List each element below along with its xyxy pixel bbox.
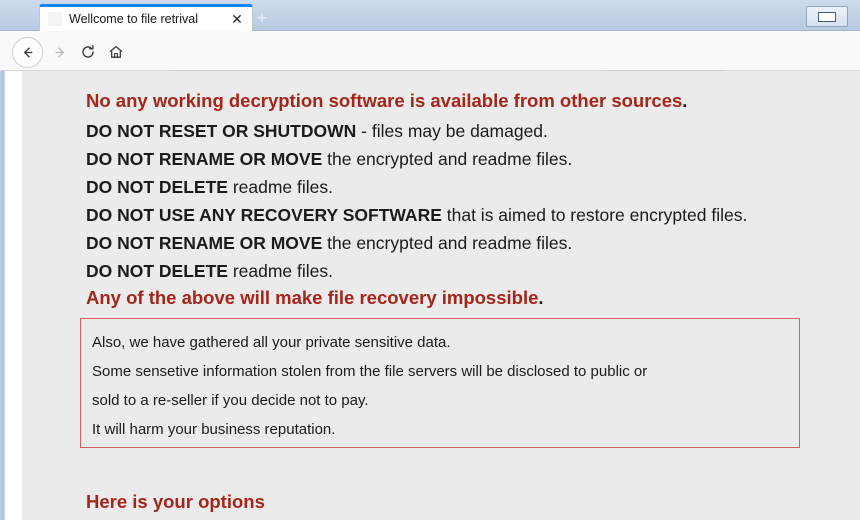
home-icon xyxy=(108,44,124,60)
impossible-period: . xyxy=(538,287,543,308)
warning-line: DO NOT DELETE readme files. xyxy=(86,179,333,197)
warning-rest: the encrypted and readme files. xyxy=(322,149,572,169)
tab-active[interactable]: Wellcome to file retrival ✕ xyxy=(39,4,253,31)
favicon-icon xyxy=(48,12,62,26)
warning-strong: DO NOT DELETE xyxy=(86,261,228,281)
warning-strong: DO NOT RENAME OR MOVE xyxy=(86,233,322,253)
warning-line: DO NOT RENAME OR MOVE the encrypted and … xyxy=(86,235,572,253)
warning-strong: DO NOT RESET OR SHUTDOWN xyxy=(86,121,356,141)
back-button[interactable] xyxy=(12,37,43,68)
navigation-toolbar: fcjam663uvgid2xbar24kab2vt4hjzsn6c ••• xyxy=(0,31,860,71)
warning-rest: readme files. xyxy=(228,177,333,197)
forward-button[interactable] xyxy=(48,40,72,64)
impossible-warning: Any of the above will make file recovery… xyxy=(86,289,544,308)
warning-rest: readme files. xyxy=(228,261,333,281)
warning-strong: DO NOT RENAME OR MOVE xyxy=(86,149,322,169)
warning-rest: the encrypted and readme files. xyxy=(322,233,572,253)
home-button[interactable] xyxy=(104,40,128,64)
restore-icon xyxy=(818,12,836,22)
reload-icon xyxy=(80,44,96,60)
warning-strong: DO NOT DELETE xyxy=(86,177,228,197)
restore-window-button[interactable] xyxy=(806,6,848,27)
sensitive-data-box: Also, we have gathered all your private … xyxy=(80,318,800,448)
ransom-note-page: No any working decryption software is av… xyxy=(22,71,860,520)
warning-rest: - files may be damaged. xyxy=(356,121,548,141)
new-tab-button[interactable]: + xyxy=(250,7,274,29)
warning-rest: that is aimed to restore encrypted files… xyxy=(442,205,747,225)
page-title: No any working decryption software is av… xyxy=(86,92,687,111)
warning-strong: DO NOT USE ANY RECOVERY SOFTWARE xyxy=(86,205,442,225)
tab-title: Wellcome to file retrival xyxy=(69,12,227,26)
warning-line: DO NOT DELETE readme files. xyxy=(86,263,333,281)
page-title-period: . xyxy=(682,90,687,111)
warning-line: DO NOT RESET OR SHUTDOWN - files may be … xyxy=(86,123,548,141)
page-title-red: No any working decryption software is av… xyxy=(86,90,682,111)
notice-line: Also, we have gathered all your private … xyxy=(92,335,451,350)
warning-line: DO NOT RENAME OR MOVE the encrypted and … xyxy=(86,151,572,169)
impossible-red: Any of the above will make file recovery… xyxy=(86,287,538,308)
arrow-right-icon xyxy=(53,45,68,60)
notice-line: sold to a re-seller if you decide not to… xyxy=(92,393,369,408)
notice-line: It will harm your business reputation. xyxy=(92,422,335,437)
warning-line: DO NOT USE ANY RECOVERY SOFTWARE that is… xyxy=(86,207,747,225)
browser-window: Wellcome to file retrival ✕ + xyxy=(0,0,860,520)
notice-line: Some sensetive information stolen from t… xyxy=(92,364,647,379)
reload-button[interactable] xyxy=(76,40,100,64)
arrow-left-icon xyxy=(20,45,35,60)
close-icon[interactable]: ✕ xyxy=(227,9,247,29)
options-heading: Here is your options xyxy=(86,493,265,512)
